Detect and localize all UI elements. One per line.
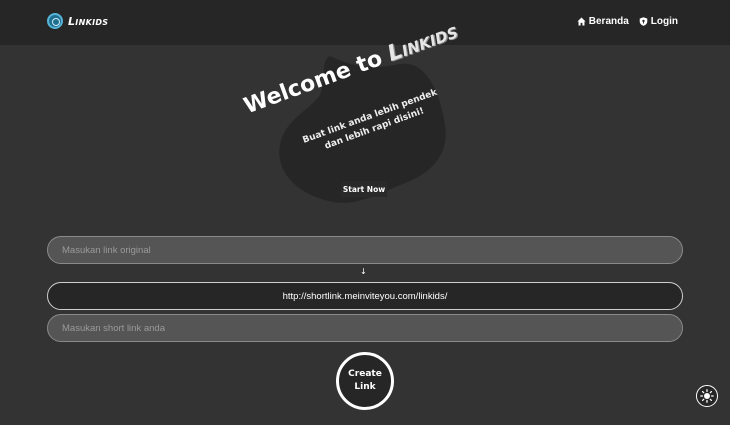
nav-link-beranda[interactable]: Beranda [577,16,629,27]
nav-link-login[interactable]: Login [639,16,678,27]
nav-link-label: Login [650,16,678,27]
shield-icon [639,17,648,26]
theme-toggle-button[interactable] [696,385,718,407]
brand-name: Linkids [68,14,109,28]
hero-text: Welcome to Linkids Buat link anda lebih … [240,19,480,210]
nav-links: Beranda Login [577,16,678,27]
sun-icon [700,389,714,403]
home-icon [577,17,586,26]
hero-title-prefix: Welcome to [240,46,386,120]
hero-subtitle: Buat link anda lebih pendek dan lebih ra… [298,85,448,161]
nav-link-label: Beranda [588,16,629,27]
short-link-input[interactable] [47,314,683,342]
brand[interactable]: Linkids [47,13,108,29]
create-link-button[interactable]: Create Link [336,352,394,410]
start-now-button[interactable]: Start Now [341,181,387,197]
brand-logo-icon [47,13,63,29]
hero: Welcome to Linkids Buat link anda lebih … [240,19,480,210]
original-link-input[interactable] [47,236,683,264]
arrow-down-icon: ↓ [360,267,367,276]
navbar: Linkids Beranda Login [0,0,730,45]
base-url-field: http://shortlink.meinviteyou.com/linkids… [47,282,683,310]
